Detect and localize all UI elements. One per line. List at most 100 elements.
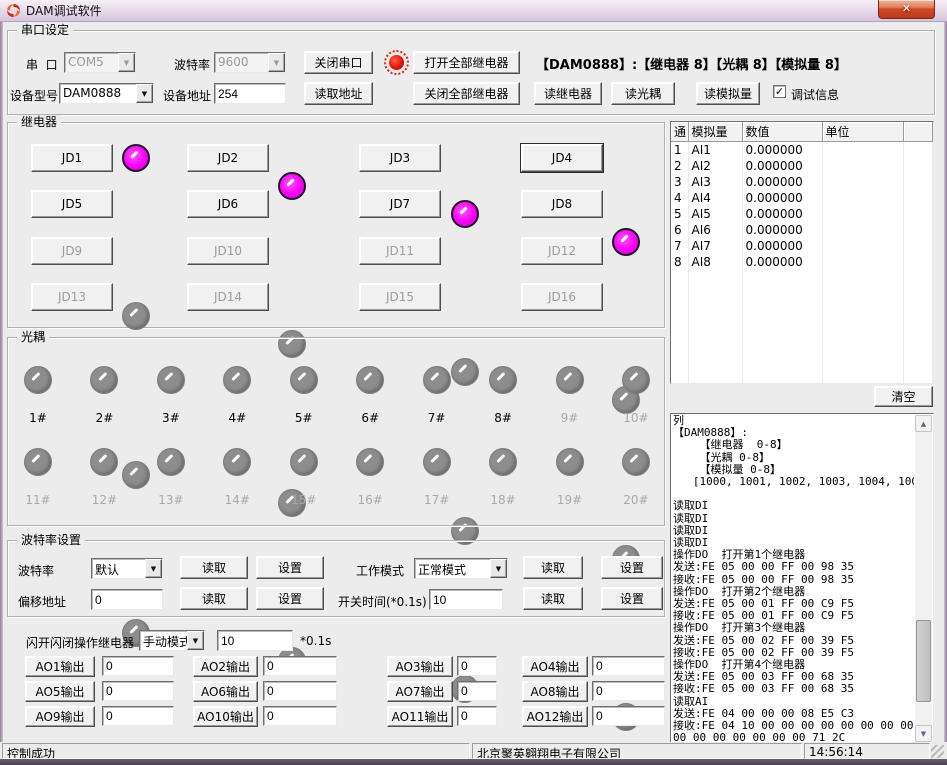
col-unit[interactable]: 单位	[822, 122, 903, 142]
ao12-value-input[interactable]	[592, 706, 665, 726]
check-icon: ✓	[774, 86, 785, 97]
ao6-value-input[interactable]	[263, 681, 337, 701]
flash-mode-select[interactable]: 手动模式 ▼	[139, 630, 205, 651]
switch-time-set-button[interactable]: 设置	[601, 587, 663, 610]
ao5-value-input[interactable]	[102, 681, 174, 701]
model-select[interactable]: DAM0888 ▼	[59, 83, 154, 104]
log-panel[interactable]: 列 【DAM0888】: 【继电器 0-8】 【光耦 0-8】 【模拟量 0-8…	[670, 413, 934, 744]
ao11-output-button[interactable]: AO11输出	[387, 706, 453, 727]
col-value[interactable]: 数值	[742, 122, 822, 142]
ao8-output-button[interactable]: AO8输出	[522, 681, 588, 702]
switch-time-input[interactable]	[429, 589, 503, 610]
resize-grip[interactable]	[931, 745, 944, 758]
ao2-output-button[interactable]: AO2输出	[193, 656, 258, 677]
offset-address-label: 偏移地址	[18, 593, 66, 610]
serial-group-title: 串口设定	[17, 23, 73, 37]
opto-indicator: 9#	[548, 366, 592, 425]
relay-button-jd2[interactable]: JD2	[187, 144, 269, 172]
offset-address-input[interactable]	[91, 589, 163, 610]
scrollbar-thumb[interactable]	[916, 620, 931, 702]
ao10-value-input[interactable]	[263, 706, 337, 726]
window-title: DAM调试软件	[26, 2, 102, 19]
opto-indicator: 5#	[282, 366, 326, 425]
ao10-output-button[interactable]: AO10输出	[193, 706, 258, 727]
ao2-value-input[interactable]	[263, 656, 337, 676]
read-analog-button[interactable]: 读模拟量	[696, 82, 760, 105]
relay-button-jd5[interactable]: JD5	[31, 190, 113, 218]
work-mode-read-button[interactable]: 读取	[523, 556, 583, 579]
read-relay-button[interactable]: 读继电器	[534, 82, 602, 105]
titlebar[interactable]: DAM调试软件	[0, 0, 947, 22]
baud-select[interactable]: 默认 ▼	[91, 558, 163, 579]
offset-set-button[interactable]: 设置	[256, 587, 324, 610]
close-button[interactable]: ✕	[878, 0, 935, 19]
opto-indicator: 1#	[16, 366, 60, 425]
relay-button-jd16: JD16	[521, 283, 603, 311]
ao4-value-input[interactable]	[592, 656, 665, 676]
baud-read-button[interactable]: 读取	[180, 556, 248, 579]
model-label: 设备型号	[10, 87, 58, 104]
col-channel[interactable]: 通	[671, 122, 688, 142]
ao6-output-button[interactable]: AO6输出	[193, 681, 258, 702]
read-address-button[interactable]: 读取地址	[304, 82, 373, 105]
scroll-down-icon[interactable]: ▼	[915, 725, 932, 742]
status-message: 控制成功	[2, 743, 470, 759]
log-scrollbar[interactable]: ▲ ▼	[915, 415, 932, 742]
debug-info-label: 调试信息	[791, 86, 839, 103]
opto-indicator: 7#	[415, 366, 459, 425]
ao5-output-button[interactable]: AO5输出	[25, 681, 95, 702]
ao8-value-input[interactable]	[592, 681, 665, 701]
flash-time-unit-label: *0.1s	[300, 634, 331, 648]
work-mode-select[interactable]: 正常模式 ▼	[414, 558, 508, 579]
ao3-output-button[interactable]: AO3输出	[387, 656, 453, 677]
relay-button-jd1[interactable]: JD1	[31, 144, 113, 172]
opto-led	[556, 366, 584, 394]
close-all-relays-button[interactable]: 关闭全部继电器	[413, 82, 520, 105]
status-bar: 控制成功 北京聚英翱翔电子有限公司 14:56:14	[0, 742, 947, 759]
log-text[interactable]: 列 【DAM0888】: 【继电器 0-8】 【光耦 0-8】 【模拟量 0-8…	[673, 415, 914, 742]
baud-set-button[interactable]: 设置	[256, 556, 324, 579]
opto-group: 光耦 1# 2# 3# 4# 5# 6# 7# 8# 9# 10# 11# 12…	[7, 337, 665, 526]
relay-button-jd14: JD14	[187, 283, 269, 311]
debug-info-checkbox[interactable]: ✓	[773, 85, 786, 98]
ao7-value-input[interactable]	[457, 681, 497, 701]
relay-button-jd8[interactable]: JD8	[521, 190, 603, 218]
table-row: 5AI50.000000	[671, 206, 933, 222]
scroll-up-icon[interactable]: ▲	[915, 415, 932, 432]
switch-time-read-button[interactable]: 读取	[523, 587, 583, 610]
work-mode-set-button[interactable]: 设置	[601, 556, 663, 579]
ao12-output-button[interactable]: AO12输出	[522, 706, 588, 727]
relay-button-jd7[interactable]: JD7	[359, 190, 441, 218]
ao7-output-button[interactable]: AO7输出	[387, 681, 453, 702]
status-time: 14:56:14	[804, 743, 930, 759]
ao4-output-button[interactable]: AO4输出	[522, 656, 588, 677]
relay-led-jd1	[122, 144, 150, 172]
open-all-relays-button[interactable]: 打开全部继电器	[413, 51, 520, 74]
ao9-value-input[interactable]	[102, 706, 174, 726]
clear-log-button[interactable]: 清空	[874, 386, 933, 407]
ao3-value-input[interactable]	[457, 656, 497, 676]
offset-read-button[interactable]: 读取	[180, 587, 248, 610]
ao1-value-input[interactable]	[102, 656, 174, 676]
serial-status-led	[389, 55, 404, 70]
ao11-value-input[interactable]	[457, 706, 497, 726]
flash-time-input[interactable]	[217, 630, 293, 651]
col-analog[interactable]: 模拟量	[688, 122, 742, 142]
relay-button-jd4[interactable]: JD4	[521, 144, 603, 172]
window-border-bottom	[0, 759, 947, 765]
relay-button-jd6[interactable]: JD6	[187, 190, 269, 218]
table-row: 3AI30.000000	[671, 174, 933, 190]
ao9-output-button[interactable]: AO9输出	[25, 706, 95, 727]
close-serial-button[interactable]: 关闭串口	[304, 51, 373, 74]
read-opto-button[interactable]: 读光耦	[611, 82, 675, 105]
relay-button-jd3[interactable]: JD3	[359, 144, 441, 172]
opto-indicator: 18#	[481, 448, 525, 507]
opto-indicator: 8#	[481, 366, 525, 425]
chevron-down-icon: ▼	[187, 631, 204, 650]
window-border-left	[0, 22, 3, 765]
relay-group-title: 继电器	[17, 115, 61, 129]
relay-led-jd2	[278, 172, 306, 200]
device-address-input[interactable]	[214, 83, 286, 104]
ao1-output-button[interactable]: AO1输出	[25, 656, 95, 677]
work-mode-label: 工作模式	[356, 562, 404, 579]
